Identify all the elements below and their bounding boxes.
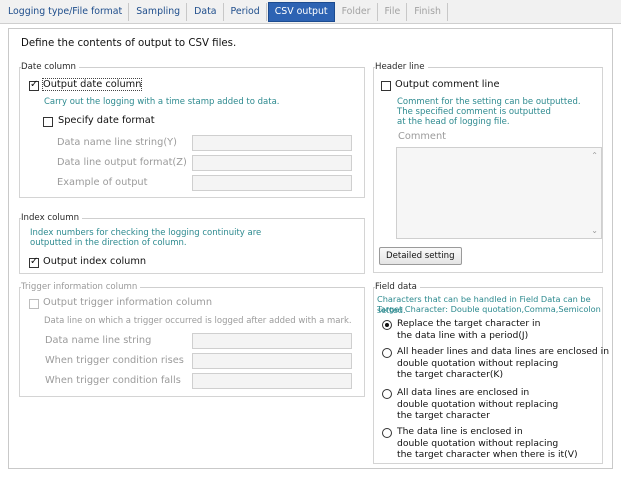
radio-replace-with-period[interactable] xyxy=(382,320,392,330)
index-column-note-2: outputted in the direction of column. xyxy=(30,238,187,248)
output-index-column-checkbox[interactable] xyxy=(29,256,39,268)
detailed-setting-button[interactable]: Detailed setting xyxy=(379,247,462,265)
output-trigger-info-label[interactable]: Output trigger information column xyxy=(43,297,212,308)
index-column-note-1: Index numbers for checking the logging c… xyxy=(30,228,262,238)
option-1-line-1: Replace the target character in xyxy=(397,318,541,329)
date-column-legend: Date column xyxy=(21,62,79,72)
option-4-line-3: the target character when there is it(V) xyxy=(397,449,578,460)
output-comment-line-checkbox[interactable] xyxy=(381,81,391,91)
trigger-condition-falls-field[interactable] xyxy=(192,373,352,389)
specify-date-format-label[interactable]: Specify date format xyxy=(58,115,155,126)
option-2-line-3: the target character(K) xyxy=(397,369,504,380)
option-3-line-3: the target character xyxy=(397,410,490,421)
radio-enclose-header-and-data[interactable] xyxy=(382,348,392,358)
radio-replace-with-period-label[interactable]: Replace the target character in the data… xyxy=(397,318,540,341)
page-title: Define the contents of output to CSV fil… xyxy=(21,38,237,49)
option-1-line-2: the data line with a period(J) xyxy=(397,329,529,341)
option-4-line-2: double quotation without replacing xyxy=(397,437,559,449)
tab-bar: Logging type/File format Sampling Data P… xyxy=(0,0,621,24)
option-3-line-2: double quotation without replacing xyxy=(397,398,559,410)
trigger-info-column-legend: Trigger information column xyxy=(21,282,141,292)
output-comment-line-label[interactable]: Output comment line xyxy=(395,79,499,90)
trigger-info-note: Data line on which a trigger occurred is… xyxy=(44,316,352,326)
tab-folder: Folder xyxy=(336,2,378,21)
date-column-note: Carry out the logging with a time stamp … xyxy=(44,97,280,107)
option-2-line-2: double quotation without replacing xyxy=(397,357,559,369)
data-name-line-string-field[interactable] xyxy=(192,135,352,151)
radio-enclose-data-lines[interactable] xyxy=(382,389,392,399)
trigger-data-name-line-string-label: Data name line string xyxy=(45,335,152,346)
csv-output-panel: Define the contents of output to CSV fil… xyxy=(8,28,613,469)
tab-logging-type-file-format[interactable]: Logging type/File format xyxy=(2,2,130,21)
output-trigger-info-checkbox[interactable] xyxy=(29,299,39,309)
trigger-data-name-line-string-field[interactable] xyxy=(192,333,352,349)
trigger-condition-rises-field[interactable] xyxy=(192,353,352,369)
field-data-note-2: Target Character: Double quotation,Comma… xyxy=(377,304,601,314)
option-4-line-1: The data line is enclosed in xyxy=(397,426,523,437)
example-of-output-field xyxy=(192,175,352,191)
tab-period[interactable]: Period xyxy=(225,2,267,21)
data-line-output-format-field[interactable] xyxy=(192,155,352,171)
radio-enclose-data-lines-label[interactable]: All data lines are enclosed in double qu… xyxy=(397,387,558,422)
comment-label: Comment xyxy=(398,131,446,142)
output-index-column-label[interactable]: Output index column xyxy=(43,256,146,267)
radio-enclose-when-present[interactable] xyxy=(382,428,392,438)
header-line-legend: Header line xyxy=(375,62,428,72)
option-3-line-1: All data lines are enclosed in xyxy=(397,387,530,398)
option-2-line-1: All header lines and data lines are encl… xyxy=(397,346,610,357)
output-date-column-label[interactable]: Output date column xyxy=(41,78,143,91)
tab-data[interactable]: Data xyxy=(188,2,224,21)
trigger-condition-falls-label: When trigger condition falls xyxy=(45,375,181,386)
index-column-legend: Index column xyxy=(21,213,83,223)
trigger-condition-rises-label: When trigger condition rises xyxy=(45,355,184,366)
field-data-legend: Field data xyxy=(375,282,420,292)
radio-enclose-header-and-data-label[interactable]: All header lines and data lines are encl… xyxy=(397,346,609,381)
output-date-column-checkbox[interactable] xyxy=(29,79,39,91)
tab-file: File xyxy=(379,2,408,21)
specify-date-format-checkbox[interactable] xyxy=(43,117,53,127)
example-of-output-label: Example of output xyxy=(57,177,148,188)
tab-finish: Finish xyxy=(408,2,448,21)
header-line-note-1: Comment for the setting can be outputted… xyxy=(397,97,581,107)
scroll-down-icon[interactable]: ⌄ xyxy=(591,226,598,235)
header-line-note-2: The specified comment is outputted xyxy=(397,107,551,117)
comment-textarea[interactable]: ⌃ ⌄ xyxy=(396,147,602,239)
data-line-output-format-label: Data line output format(Z) xyxy=(57,157,187,168)
header-line-note-3: at the head of logging file. xyxy=(397,117,510,127)
data-name-line-string-label: Data name line string(Y) xyxy=(57,137,177,148)
tab-csv-output[interactable]: CSV output xyxy=(267,1,335,22)
radio-enclose-when-present-label[interactable]: The data line is enclosed in double quot… xyxy=(397,426,578,461)
scroll-up-icon[interactable]: ⌃ xyxy=(591,151,598,160)
tab-sampling[interactable]: Sampling xyxy=(130,2,188,21)
